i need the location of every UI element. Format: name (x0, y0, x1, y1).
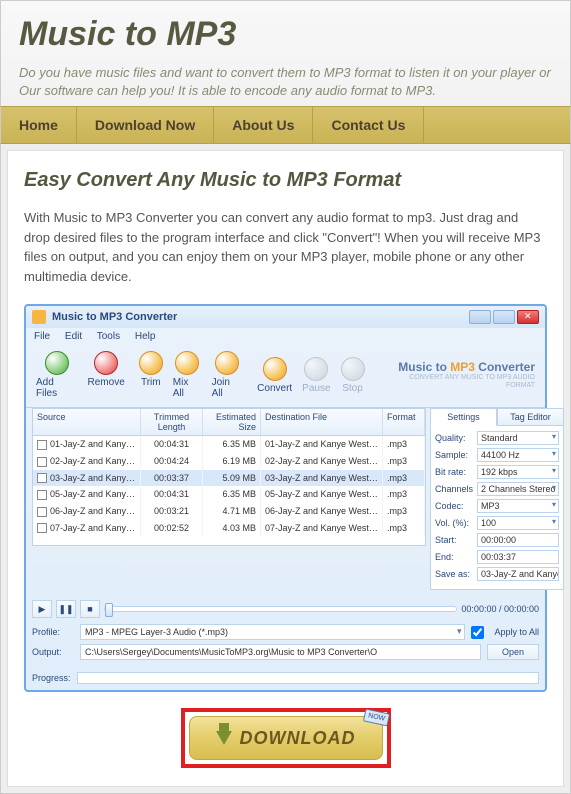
output-label: Output: (32, 647, 74, 657)
content-heading: Easy Convert Any Music to MP3 Format (24, 169, 547, 192)
progress-label: Progress: (32, 673, 71, 683)
pause-playback-button[interactable]: ❚❚ (56, 600, 76, 618)
download-text: DOWNLOAD (240, 728, 356, 749)
play-button[interactable]: ▶ (32, 600, 52, 618)
page-title: Music to MP3 (19, 15, 552, 54)
setting-label: Channels (435, 484, 477, 494)
setting-value[interactable]: 00:00:00 (477, 533, 559, 547)
slider-thumb[interactable] (105, 603, 113, 617)
setting-value[interactable]: 00:03:37 (477, 550, 559, 564)
playbar: ▶ ❚❚ ■ 00:00:00 / 00:00:00 (26, 596, 545, 624)
seek-slider[interactable] (104, 606, 457, 612)
setting-label: Codec: (435, 501, 477, 511)
menubar: File Edit Tools Help (26, 328, 545, 345)
table-row[interactable]: 06-Jay-Z and Kanye ...00:03:214.71 MB06-… (33, 503, 425, 520)
table-row[interactable]: 05-Jay-Z and Kanye ...00:04:316.35 MB05-… (33, 486, 425, 503)
table-row[interactable]: 02-Jay-Z and Kanye ...00:04:246.19 MB02-… (33, 453, 425, 470)
convert-button[interactable]: Convert (257, 357, 292, 394)
setting-label: Quality: (435, 433, 477, 443)
mix-icon (175, 351, 199, 375)
setting-value[interactable]: 2 Channels Stereo (477, 482, 559, 496)
menu-help[interactable]: Help (135, 331, 156, 342)
app-icon (32, 310, 46, 324)
profile-label: Profile: (32, 627, 74, 637)
apply-all-checkbox[interactable] (471, 626, 484, 639)
convert-icon (263, 357, 287, 381)
table-row[interactable]: 03-Jay-Z and Kanye ...00:03:375.09 MB03-… (33, 470, 425, 487)
list-body[interactable]: 01-Jay-Z and Kanye ...00:04:316.35 MB01-… (32, 436, 426, 546)
nav-about-us[interactable]: About Us (214, 107, 313, 143)
list-header: Source Trimmed Length Estimated Size Des… (32, 408, 426, 436)
output-path[interactable]: C:\Users\Sergey\Documents\MusicToMP3.org… (80, 644, 481, 660)
col-length[interactable]: Trimmed Length (141, 409, 203, 435)
tab-tag-editor[interactable]: Tag Editor (497, 408, 564, 426)
pause-icon (304, 357, 328, 381)
remove-button[interactable]: Remove (88, 351, 125, 399)
window-title: Music to MP3 Converter (52, 311, 469, 323)
mix-all-button[interactable]: Mix All (173, 351, 202, 399)
stop-button[interactable]: Stop (341, 357, 365, 394)
setting-label: Vol. (%): (435, 518, 477, 528)
file-list: Source Trimmed Length Estimated Size Des… (32, 408, 426, 590)
side-panel: Settings Tag Editor Quality:StandardSamp… (430, 408, 564, 590)
join-icon (215, 351, 239, 375)
minus-icon (94, 351, 118, 375)
titlebar: Music to MP3 Converter (26, 306, 545, 328)
setting-value[interactable]: 192 kbps (477, 465, 559, 479)
col-dest[interactable]: Destination File (261, 409, 383, 435)
setting-value[interactable]: 44100 Hz (477, 448, 559, 462)
setting-value[interactable]: 03-Jay-Z and Kanye W (477, 567, 559, 581)
main-nav: Home Download Now About Us Contact Us (0, 106, 571, 144)
add-files-button[interactable]: Add Files (36, 351, 78, 399)
apply-all-label: Apply to All (494, 627, 539, 637)
progress-bar (77, 672, 539, 684)
profile-select[interactable]: MP3 - MPEG Layer-3 Audio (*.mp3) (80, 624, 465, 640)
setting-label: Start: (435, 535, 477, 545)
page-subtitle: Do you have music files and want to conv… (19, 64, 552, 100)
brand-logo: Music to MP3 Converter CONVERT ANY MUSIC… (379, 361, 535, 390)
plus-icon (45, 351, 69, 375)
table-row[interactable]: 07-Jay-Z and Kanye ...00:02:524.03 MB07-… (33, 520, 425, 537)
table-row[interactable]: 01-Jay-Z and Kanye ...00:04:316.35 MB01-… (33, 436, 425, 453)
content-intro: With Music to MP3 Converter you can conv… (24, 208, 547, 286)
tab-settings[interactable]: Settings (430, 408, 497, 426)
download-button[interactable]: DOWNLOAD NOW (189, 716, 383, 760)
app-screenshot: Music to MP3 Converter File Edit Tools H… (24, 304, 547, 692)
nav-download-now[interactable]: Download Now (77, 107, 214, 143)
download-arrow-icon (216, 731, 232, 745)
stop-icon (341, 357, 365, 381)
trim-icon (139, 351, 163, 375)
col-size[interactable]: Estimated Size (203, 409, 261, 435)
menu-file[interactable]: File (34, 331, 50, 342)
trim-button[interactable]: Trim (139, 351, 163, 399)
time-display: 00:00:00 / 00:00:00 (461, 604, 539, 614)
maximize-button[interactable] (493, 310, 515, 324)
setting-label: Save as: (435, 569, 477, 579)
main-content: Easy Convert Any Music to MP3 Format Wit… (7, 150, 564, 787)
nav-contact-us[interactable]: Contact Us (313, 107, 424, 143)
setting-label: Sample: (435, 450, 477, 460)
menu-edit[interactable]: Edit (65, 331, 82, 342)
setting-value[interactable]: MP3 (477, 499, 559, 513)
setting-value[interactable]: 100 (477, 516, 559, 530)
menu-tools[interactable]: Tools (97, 331, 120, 342)
toolbar: Add Files Remove Trim Mix All Join All C… (26, 345, 545, 408)
now-badge: NOW (363, 709, 390, 727)
setting-value[interactable]: Standard (477, 431, 559, 445)
minimize-button[interactable] (469, 310, 491, 324)
stop-playback-button[interactable]: ■ (80, 600, 100, 618)
setting-label: End: (435, 552, 477, 562)
pause-button[interactable]: Pause (302, 357, 330, 394)
join-all-button[interactable]: Join All (212, 351, 244, 399)
setting-label: Bit rate: (435, 467, 477, 477)
close-button[interactable] (517, 310, 539, 324)
download-highlight: DOWNLOAD NOW (181, 708, 391, 768)
col-format[interactable]: Format (383, 409, 425, 435)
nav-home[interactable]: Home (1, 107, 77, 143)
page-header: Music to MP3 Do you have music files and… (0, 0, 571, 106)
col-source[interactable]: Source (33, 409, 141, 435)
open-button[interactable]: Open (487, 644, 539, 660)
